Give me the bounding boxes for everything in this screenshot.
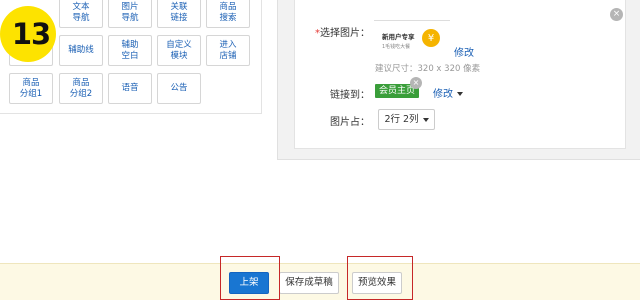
- size-hint: 建议尺寸：320 x 320 像素: [375, 64, 481, 74]
- tile-notice[interactable]: 公告: [157, 73, 201, 104]
- tile-product-group-2[interactable]: 商品 分组2: [59, 73, 103, 104]
- modify-image-link[interactable]: 修改: [454, 44, 474, 59]
- tile-custom-module[interactable]: 自定义 模块: [157, 35, 201, 66]
- modify-link-label: 修改: [433, 89, 453, 100]
- tile-text-nav[interactable]: 文本 导航: [59, 0, 103, 28]
- layout-select-value: 2行 2列: [384, 114, 419, 125]
- thumbnail-title: 新用户专享: [382, 33, 415, 41]
- caret-down-icon: [457, 92, 463, 96]
- select-caret-icon: [422, 117, 429, 122]
- tile-voice[interactable]: 语音: [108, 73, 152, 104]
- select-image-label: *选择图片：: [300, 24, 370, 39]
- modify-link-dropdown[interactable]: 修改: [433, 85, 463, 100]
- tile-product-search[interactable]: 商品 搜索: [206, 0, 250, 28]
- save-draft-button[interactable]: 保存成草稿: [279, 272, 339, 294]
- image-occupy-label: 图片占：: [330, 117, 370, 128]
- highlight-frame-preview: [347, 256, 413, 300]
- highlight-frame-publish: [220, 256, 280, 300]
- tile-product-group-1[interactable]: 商品 分组1: [9, 73, 53, 104]
- editor-close-icon[interactable]: ×: [610, 8, 623, 21]
- step-number-badge: 13: [0, 6, 56, 62]
- link-to-label: 链接到：: [330, 90, 370, 101]
- tile-related-links[interactable]: 关联 链接: [157, 0, 201, 28]
- tile-image-nav[interactable]: 图片 导航: [108, 0, 152, 28]
- tile-divider-line[interactable]: 辅助线: [59, 35, 103, 66]
- remove-link-icon[interactable]: ×: [410, 77, 422, 89]
- thumbnail-subtitle: 1毛钱吃大餐: [382, 44, 411, 50]
- coin-icon: ¥: [422, 29, 440, 47]
- layout-select[interactable]: 2行 2列: [378, 109, 435, 130]
- tile-blank-space[interactable]: 辅助 空白: [108, 35, 152, 66]
- select-image-text: 选择图片：: [320, 28, 370, 39]
- tile-enter-shop[interactable]: 进入 店铺: [206, 35, 250, 66]
